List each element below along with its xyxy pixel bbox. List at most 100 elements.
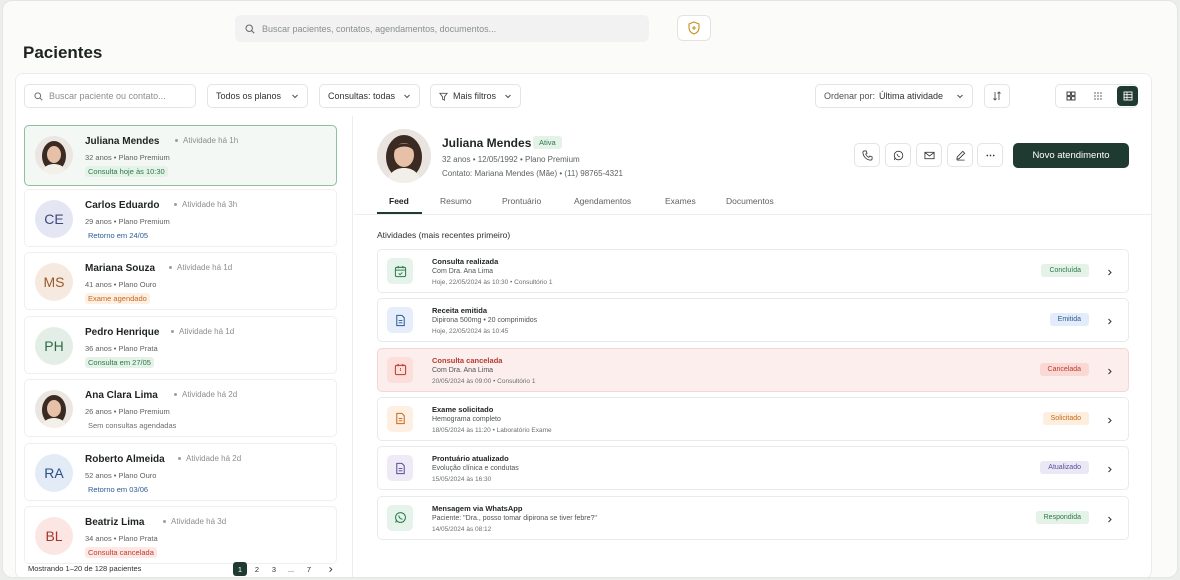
detail-contact: Contato: Mariana Mendes (Mãe) • (11) 987…: [442, 169, 623, 178]
dot-icon: [163, 520, 166, 524]
view-toggle-group: [1055, 84, 1138, 108]
consults-dropdown[interactable]: Consultas: todas: [319, 84, 420, 108]
avatar: [35, 136, 73, 174]
feed-item[interactable]: Mensagem via WhatsApp Paciente: "Dra., po…: [377, 495, 1129, 540]
activity-text: Atividade há 1d: [179, 326, 235, 336]
feed-icon-box: [387, 307, 413, 334]
tab-exames[interactable]: Exames: [665, 196, 696, 206]
patient-card[interactable]: BL Beatriz Lima Atividade há 3d 34 anos • P…: [24, 506, 337, 564]
patient-meta: 36 anos • Plano Prata: [85, 343, 158, 353]
activity-time: Atividade há 3d: [163, 517, 226, 526]
dense-grid-icon: [1093, 92, 1102, 100]
tab-feed[interactable]: Feed: [389, 196, 409, 206]
patient-meta: 52 anos • Plano Ouro: [85, 470, 157, 480]
security-button[interactable]: [677, 15, 711, 41]
activity-time: Atividade há 3h: [174, 200, 237, 209]
feed-item-subtitle: Com Dra. Ana Lima: [432, 366, 494, 374]
sort-direction-button[interactable]: [984, 84, 1010, 108]
patient-card[interactable]: Juliana Mendes Atividade há 1h 32 anos • P…: [24, 125, 337, 186]
patient-card[interactable]: PH Pedro Henrique Atividade há 1d 36 anos •…: [24, 315, 337, 374]
chevron-down-icon: [505, 94, 511, 99]
chevron-right-icon: [328, 566, 332, 572]
call-button[interactable]: [854, 143, 880, 167]
page-button[interactable]: 7: [302, 562, 316, 576]
dot-icon: [169, 266, 172, 270]
feed-item[interactable]: Receita emitida Dipirona 500mg • 20 compr…: [377, 298, 1129, 343]
new-appointment-button[interactable]: Novo atendimento: [1013, 143, 1129, 168]
global-search-input[interactable]: Buscar pacientes, contatos, agendamentos…: [235, 15, 649, 42]
activity-text: Atividade há 2d: [186, 453, 242, 463]
document-icon: [395, 462, 405, 474]
chevron-right-icon[interactable]: [1106, 315, 1114, 329]
status-badge: Concluída: [1041, 264, 1089, 277]
whatsapp-button[interactable]: [885, 143, 911, 167]
page-button[interactable]: 3: [267, 562, 281, 576]
patient-meta: 32 anos • Plano Premium: [85, 153, 170, 162]
patient-meta: 41 anos • Plano Ouro: [85, 280, 157, 289]
tab-agendamentos[interactable]: Agendamentos: [574, 196, 631, 206]
feed-item-subtitle: Hemograma completo: [432, 415, 501, 423]
grid-view-button[interactable]: [1062, 88, 1079, 104]
chevron-right-icon[interactable]: [1106, 513, 1114, 527]
tabs-divider: [354, 214, 1152, 215]
list-view-button[interactable]: [1089, 88, 1106, 104]
patient-meta: 29 anos • Plano Premium: [85, 216, 170, 226]
chevron-down-icon: [404, 94, 410, 99]
main-panel: Buscar paciente ou contato... Todos os p…: [15, 73, 1152, 577]
detail-avatar: [377, 129, 431, 183]
feed-item-date: 14/05/2024 às 08:12: [432, 525, 492, 533]
order-dropdown[interactable]: Ordenar por: Última atividade: [815, 84, 973, 108]
chevron-right-icon[interactable]: [1106, 266, 1114, 280]
avatar: PH: [35, 326, 73, 365]
patient-search-input[interactable]: Buscar paciente ou contato...: [24, 84, 196, 108]
chevron-right-icon[interactable]: [1106, 365, 1114, 379]
tab-prontuario[interactable]: Prontuário: [502, 196, 541, 206]
chevron-down-icon: [292, 94, 298, 99]
chevron-right-icon[interactable]: [1106, 463, 1114, 477]
activity-text: Atividade há 3h: [182, 199, 238, 209]
feed-icon-box: [387, 405, 413, 432]
patient-card[interactable]: RA Roberto Almeida Atividade há 2d 52 anos …: [24, 442, 337, 501]
page-button[interactable]: 1: [233, 562, 247, 576]
email-button[interactable]: [916, 143, 942, 167]
feed-item[interactable]: Consulta realizada Com Dra. Ana Lima Hoje,…: [377, 249, 1129, 293]
consults-dropdown-label: Consultas: todas: [328, 91, 396, 101]
patient-name: Carlos Eduardo: [85, 199, 160, 211]
avatar-initials: BL: [45, 528, 63, 544]
activity-time: Atividade há 1d: [169, 263, 232, 272]
feed-item[interactable]: Prontuário atualizado Evolução clínica e …: [377, 446, 1129, 491]
page-button[interactable]: 2: [250, 562, 264, 576]
feed-item[interactable]: Consulta cancelada Com Dra. Ana Lima 20/05…: [377, 347, 1129, 392]
patient-card[interactable]: CE Carlos Eduardo Atividade há 3h 29 anos •…: [24, 188, 337, 247]
patient-card[interactable]: MS Mariana Souza Atividade há 1d 41 anos • …: [24, 252, 337, 310]
feed-icon-box: [387, 455, 413, 482]
feed-icon-box: [387, 356, 413, 383]
plans-dropdown[interactable]: Todos os planos: [207, 84, 308, 108]
tab-documentos[interactable]: Documentos: [726, 196, 774, 206]
feed-item-date: Hoje, 22/05/2024 às 10:45: [432, 328, 509, 336]
grid-icon: [1066, 91, 1075, 101]
document-icon: [395, 314, 405, 326]
appointment-tag: Consulta cancelada: [85, 547, 157, 558]
status-badge: Cancelada: [1039, 362, 1089, 376]
feed-item-subtitle: Dipirona 500mg • 20 comprimidos: [432, 317, 538, 325]
document-icon: [395, 413, 405, 425]
patient-name: Juliana Mendes: [85, 136, 160, 147]
more-options-button[interactable]: [977, 143, 1003, 167]
split-view-button[interactable]: [1117, 86, 1138, 106]
activity-text: Atividade há 2d: [182, 390, 238, 399]
page-title: Pacientes: [23, 43, 103, 62]
table-icon: [1123, 91, 1132, 101]
detail-info: 32 anos • 12/05/1992 • Plano Premium: [442, 155, 580, 164]
appointment-tag: Retorno em 24/05: [88, 230, 149, 240]
next-page-button[interactable]: [323, 562, 337, 576]
edit-button[interactable]: [947, 143, 973, 167]
tab-resumo[interactable]: Resumo: [440, 196, 472, 206]
more-filters-button[interactable]: Mais filtros: [430, 84, 521, 108]
patient-card[interactable]: Ana Clara Lima Atividade há 2d 26 anos • P…: [24, 379, 337, 437]
feed-item[interactable]: Exame solicitado Hemograma completo 18/05/…: [377, 396, 1129, 441]
chevron-down-icon: [957, 94, 963, 99]
dot-icon: [175, 139, 178, 143]
dot-icon: [178, 456, 181, 460]
chevron-right-icon[interactable]: [1106, 414, 1114, 428]
